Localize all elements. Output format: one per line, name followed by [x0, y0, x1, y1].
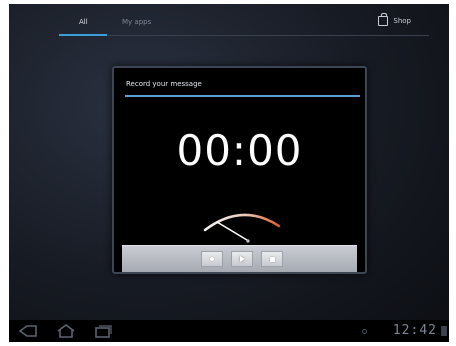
play-button[interactable] — [231, 251, 253, 267]
app-drawer-tab-bar: All My apps Shop — [9, 4, 449, 40]
shopping-bag-icon — [378, 13, 389, 26]
tab-bar-divider — [59, 35, 429, 36]
shop-label: Shop — [393, 17, 411, 25]
record-button[interactable] — [201, 251, 223, 267]
dialog-title-divider — [125, 95, 360, 97]
recorder-controls — [122, 245, 357, 272]
record-message-dialog: Record your message 00:00 — [112, 66, 367, 274]
system-bar: 12:42 — [9, 320, 449, 342]
tab-my-apps[interactable]: My apps — [122, 18, 151, 26]
record-dot-icon — [210, 257, 214, 261]
recent-apps-icon[interactable] — [91, 324, 113, 338]
level-meter-needle — [216, 221, 248, 241]
level-meter-icon — [203, 213, 281, 243]
tab-all[interactable]: All — [79, 18, 88, 26]
tab-selected-indicator — [59, 34, 107, 36]
level-meter-arc — [203, 213, 281, 232]
signal-icon — [441, 326, 447, 336]
play-icon — [239, 256, 245, 262]
home-icon[interactable] — [55, 324, 77, 338]
stop-button[interactable] — [261, 251, 283, 267]
status-clock[interactable]: 12:42 — [393, 323, 437, 338]
dialog-title: Record your message — [126, 80, 202, 88]
shop-button[interactable]: Shop — [378, 13, 411, 26]
back-icon[interactable] — [17, 324, 39, 338]
stop-icon — [269, 256, 275, 262]
recording-timer: 00:00 — [176, 126, 303, 175]
tablet-screen: All My apps Shop Record your message 00:… — [9, 4, 449, 342]
level-meter-pivot — [246, 239, 250, 243]
notification-icon[interactable] — [362, 329, 367, 334]
